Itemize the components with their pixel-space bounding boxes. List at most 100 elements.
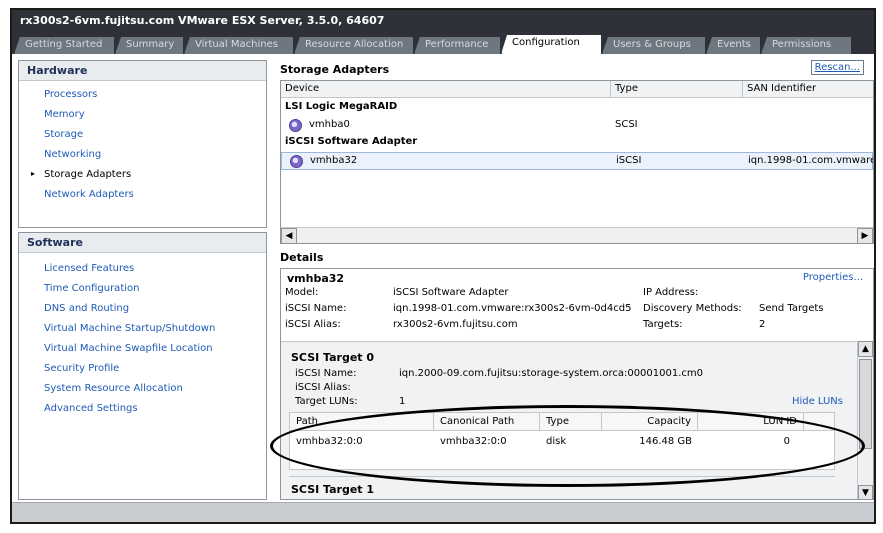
adapter-table-hscrollbar[interactable]: ◀ ▶	[281, 227, 873, 243]
column-san-identifier[interactable]: SAN Identifier	[743, 81, 873, 98]
nav-advanced-settings[interactable]: Advanced Settings	[19, 400, 266, 420]
tab-virtual-machines[interactable]: Virtual Machines	[184, 37, 293, 54]
nav-vm-startup-shutdown[interactable]: Virtual Machine Startup/Shutdown	[19, 320, 266, 340]
discovery-methods-value: Send Targets	[759, 303, 824, 314]
status-bar	[12, 502, 874, 522]
lun-id: 0	[783, 436, 790, 447]
adapter-device: vmhba0	[309, 119, 350, 130]
target-luns-label: Target LUNs:	[295, 396, 358, 407]
lun-row[interactable]: vmhba32:0:0 vmhba32:0:0 disk 146.48 GB 0	[290, 431, 834, 453]
scsi-target-0-title: SCSI Target 0	[291, 351, 375, 364]
hardware-section: Hardware Processors Memory Storage Netwo…	[18, 60, 267, 228]
targets-label: Targets:	[643, 319, 683, 330]
adapter-icon	[289, 119, 302, 132]
right-panel: Storage Adapters Rescan... Device Type S…	[274, 60, 874, 500]
scsi-target-1-title: SCSI Target 1	[291, 483, 375, 496]
lun-table-header: Path Canonical Path Type Capacity LUN ID	[290, 413, 834, 431]
software-header: Software	[19, 233, 266, 253]
window-title: rx300s2-6vm.fujitsu.com VMware ESX Serve…	[12, 10, 874, 32]
nav-time-configuration[interactable]: Time Configuration	[19, 280, 266, 300]
adapter-row-vmhba32[interactable]: vmhba32 iSCSI iqn.1998-01.com.vmware:.	[281, 152, 873, 170]
target-luns-value: 1	[399, 396, 406, 407]
column-capacity[interactable]: Capacity	[602, 413, 698, 431]
tab-users-groups[interactable]: Users & Groups	[602, 37, 705, 54]
column-lun-type[interactable]: Type	[540, 413, 602, 431]
hardware-list: Processors Memory Storage Networking ▸ S…	[19, 81, 266, 206]
nav-licensed-features[interactable]: Licensed Features	[19, 260, 266, 280]
adapter-row-vmhba0[interactable]: vmhba0 SCSI	[281, 117, 873, 135]
nav-networking[interactable]: Networking	[19, 146, 266, 166]
tab-getting-started[interactable]: Getting Started	[14, 37, 114, 54]
adapter-type: SCSI	[615, 119, 638, 130]
scsi-targets-area: SCSI Target 0 iSCSI Name: iqn.2000-09.co…	[281, 341, 859, 499]
lun-capacity: 146.48 GB	[639, 436, 692, 447]
target-iscsi-alias-label: iSCSI Alias:	[295, 382, 351, 393]
selected-bullet-icon: ▸	[31, 169, 36, 178]
scroll-down-icon[interactable]: ▼	[858, 485, 873, 499]
adapter-group-iscsi: iSCSI Software Adapter	[285, 136, 418, 147]
left-panel: Hardware Processors Memory Storage Netwo…	[18, 60, 267, 500]
vi-client-window: rx300s2-6vm.fujitsu.com VMware ESX Serve…	[10, 8, 876, 524]
details-heading: Details	[280, 251, 324, 264]
adapter-table-header: Device Type SAN Identifier	[281, 81, 873, 98]
tab-summary[interactable]: Summary	[115, 37, 183, 54]
software-section: Software Licensed Features Time Configur…	[18, 232, 267, 500]
lun-canonical-path: vmhba32:0:0	[440, 436, 507, 447]
iscsi-name-value: iqn.1998-01.com.vmware:rx300s2-6vm-0d4cd…	[393, 303, 632, 314]
nav-storage[interactable]: Storage	[19, 126, 266, 146]
software-list: Licensed Features Time Configuration DNS…	[19, 253, 266, 420]
adapter-icon	[290, 155, 303, 168]
configuration-content: Hardware Processors Memory Storage Netwo…	[12, 54, 874, 502]
hardware-header: Hardware	[19, 61, 266, 81]
scroll-right-icon[interactable]: ▶	[857, 228, 873, 243]
ip-address-label: IP Address:	[643, 287, 699, 298]
lun-path: vmhba32:0:0	[296, 436, 363, 447]
column-lun-id[interactable]: LUN ID	[698, 413, 804, 431]
tab-permissions[interactable]: Permissions	[761, 37, 851, 54]
discovery-methods-label: Discovery Methods:	[643, 303, 742, 314]
model-value: iSCSI Software Adapter	[393, 287, 509, 298]
storage-adapters-table: Device Type SAN Identifier LSI Logic Meg…	[280, 80, 874, 244]
tab-events[interactable]: Events	[706, 37, 760, 54]
scroll-up-icon[interactable]: ▲	[858, 341, 873, 357]
details-summary: vmhba32 Properties... Model: iSCSI Softw…	[281, 269, 873, 341]
adapter-type: iSCSI	[616, 155, 642, 166]
nav-processors[interactable]: Processors	[19, 86, 266, 106]
lun-type: disk	[546, 436, 567, 447]
column-canonical-path[interactable]: Canonical Path	[434, 413, 540, 431]
details-panel: vmhba32 Properties... Model: iSCSI Softw…	[280, 268, 874, 500]
column-device[interactable]: Device	[281, 81, 611, 98]
nav-network-adapters[interactable]: Network Adapters	[19, 186, 266, 206]
target-iscsi-name-value: iqn.2000-09.com.fujitsu:storage-system.o…	[399, 368, 704, 379]
adapter-group-lsi: LSI Logic MegaRAID	[285, 101, 398, 112]
nav-dns-routing[interactable]: DNS and Routing	[19, 300, 266, 320]
tab-strip: Getting Started Summary Virtual Machines…	[12, 32, 874, 54]
tab-performance[interactable]: Performance	[414, 37, 500, 54]
adapter-san-identifier: iqn.1998-01.com.vmware:.	[748, 155, 874, 166]
target-iscsi-name-label: iSCSI Name:	[295, 368, 357, 379]
nav-storage-adapters[interactable]: ▸ Storage Adapters	[19, 166, 266, 186]
adapter-device: vmhba32	[310, 155, 358, 166]
column-type[interactable]: Type	[611, 81, 743, 98]
nav-security-profile[interactable]: Security Profile	[19, 360, 266, 380]
details-scroll-thumb[interactable]	[859, 359, 872, 449]
hide-luns-link[interactable]: Hide LUNs	[792, 396, 843, 407]
nav-memory[interactable]: Memory	[19, 106, 266, 126]
targets-value: 2	[759, 319, 766, 330]
scroll-left-icon[interactable]: ◀	[281, 228, 297, 243]
details-vscrollbar[interactable]: ▲ ▼	[857, 341, 873, 499]
iscsi-alias-value: rx300s2-6vm.fujitsu.com	[393, 319, 518, 330]
column-path[interactable]: Path	[290, 413, 434, 431]
tab-configuration[interactable]: Configuration	[501, 35, 601, 54]
nav-vm-swapfile-location[interactable]: Virtual Machine Swapfile Location	[19, 340, 266, 360]
tab-resource-allocation[interactable]: Resource Allocation	[294, 37, 413, 54]
storage-adapters-heading: Storage Adapters	[280, 63, 390, 76]
nav-storage-adapters-label: Storage Adapters	[44, 169, 132, 180]
target-divider	[289, 476, 835, 477]
iscsi-alias-label: iSCSI Alias:	[285, 319, 341, 330]
nav-system-resource-allocation[interactable]: System Resource Allocation	[19, 380, 266, 400]
lun-table: Path Canonical Path Type Capacity LUN ID…	[289, 412, 835, 470]
properties-link[interactable]: Properties...	[803, 272, 863, 283]
rescan-button[interactable]: Rescan...	[810, 60, 864, 75]
details-adapter-name: vmhba32	[287, 272, 345, 285]
